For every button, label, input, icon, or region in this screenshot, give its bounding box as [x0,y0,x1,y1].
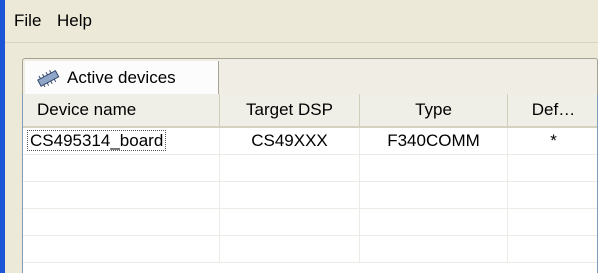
cell-device-name: CS495314_board [23,128,220,154]
tab-strip: Active devices [22,58,598,95]
table-row-empty[interactable] [23,209,597,236]
cell-empty [220,209,360,235]
menu-help[interactable]: Help [54,11,95,31]
column-header-target-dsp[interactable]: Target DSP [220,94,360,126]
tab-label: Active devices [67,68,176,87]
cell-empty [360,155,508,181]
cell-empty [360,209,508,235]
cell-empty [508,209,597,235]
cell-empty [220,155,360,181]
table-row-empty[interactable] [23,236,597,263]
table-row-empty[interactable] [23,155,597,182]
cell-empty [220,236,360,262]
cell-empty [23,236,220,262]
cell-empty [220,182,360,208]
cell-empty [508,236,597,262]
column-header-device-name[interactable]: Device name [23,94,220,126]
cell-empty [360,236,508,262]
tab-active-devices[interactable]: Active devices [25,61,219,95]
table-row[interactable]: CS495314_board CS49XXX F340COMM * [23,128,597,155]
cell-empty [23,182,220,208]
cell-empty [508,155,597,181]
devices-panel: Active devices Device name Target DSP Ty… [22,58,598,273]
cell-empty [508,182,597,208]
column-header-default[interactable]: Def… [508,94,597,126]
column-header-type[interactable]: Type [360,94,508,126]
table-row-empty[interactable] [23,182,597,209]
app-window: File Help Active devices Device name Tar… [0,0,598,273]
cell-target-dsp: CS49XXX [220,128,360,154]
menu-file[interactable]: File [11,11,44,31]
table-header: Device name Target DSP Type Def… [23,94,597,128]
focus-rect: CS495314_board [27,130,167,151]
cell-empty [23,209,220,235]
menu-bar: File Help [5,0,598,43]
cell-default: * [550,131,557,150]
cell-empty [360,182,508,208]
devices-table: Device name Target DSP Type Def… CS49531… [22,94,598,273]
cell-empty [23,155,220,181]
cell-type: F340COMM [360,128,508,154]
chip-icon [35,69,61,88]
